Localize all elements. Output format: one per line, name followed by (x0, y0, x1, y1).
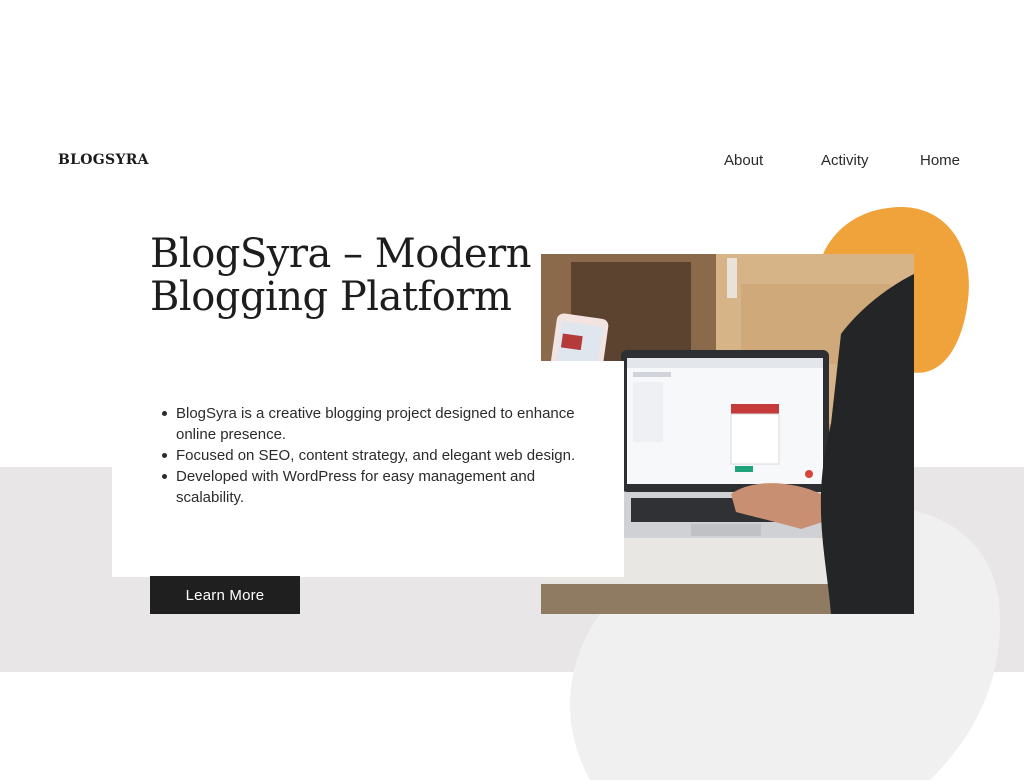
hero-title-line-1: BlogSyra – Modern (150, 231, 531, 277)
nav-link-home[interactable]: Home (920, 152, 960, 169)
project-description-card: BlogSyra is a creative blogging project … (112, 361, 624, 577)
learn-more-button[interactable]: Learn More (150, 576, 300, 614)
feature-list-item: BlogSyra is a creative blogging project … (162, 403, 596, 445)
feature-list-item: Focused on SEO, content strategy, and el… (162, 445, 596, 466)
nav-link-activity[interactable]: Activity (821, 152, 869, 169)
hero-title: BlogSyra – Modern Blogging Platform (150, 233, 550, 319)
main-nav: About Activity Home (0, 152, 1024, 172)
feature-list-item: Developed with WordPress for easy manage… (162, 466, 596, 508)
nav-link-about[interactable]: About (724, 152, 763, 169)
hero-title-line-2: Blogging Platform (150, 274, 512, 320)
feature-list: BlogSyra is a creative blogging project … (162, 403, 596, 508)
